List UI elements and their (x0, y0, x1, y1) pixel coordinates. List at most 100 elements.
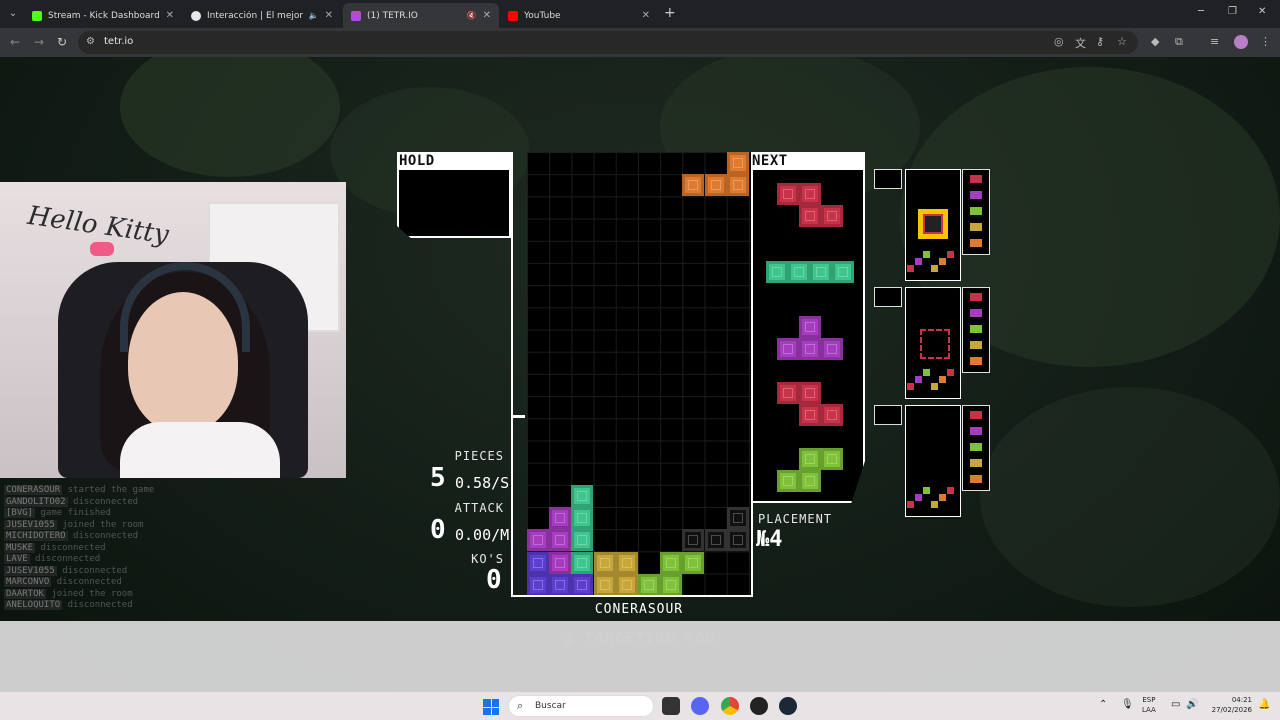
extension-diamond-icon[interactable]: ◆ (1151, 35, 1159, 48)
target-reticle-icon (918, 209, 948, 239)
next-piece-block (821, 205, 843, 227)
obs-icon[interactable] (750, 697, 768, 715)
player-name: CONERASOUR (594, 602, 684, 617)
chat-username: LAVE (4, 554, 30, 564)
profile-avatar[interactable] (1234, 35, 1248, 49)
chat-line: LAVE disconnected (4, 554, 184, 566)
opponent-next-block (970, 309, 982, 317)
next-piece-block (799, 448, 821, 470)
tab-tetrio[interactable]: (1) TETR.IO 🔇 ✕ (343, 3, 499, 28)
next-piece-block (777, 183, 799, 205)
bookmark-star-icon[interactable]: ☆ (1117, 35, 1127, 48)
next-piece-block (821, 338, 843, 360)
discord-icon[interactable] (691, 697, 709, 715)
translate-icon[interactable]: 文 (1075, 35, 1086, 51)
key-icon[interactable]: ⚷ (1096, 35, 1104, 48)
eye-off-icon[interactable]: ◎ (1054, 35, 1064, 48)
chat-message: disconnected (67, 496, 139, 507)
next-label: NEXT (752, 153, 788, 169)
chat-message: disconnected (56, 565, 128, 576)
tab-streamelements[interactable]: Interacción | El mejor softw 🔈 ✕ (183, 3, 341, 28)
chat-message: disconnected (62, 600, 133, 610)
background-foliage (980, 387, 1280, 607)
opponent-board-block (931, 501, 938, 508)
close-icon[interactable]: ✕ (642, 10, 650, 21)
chat-username: MICHIDOTERO (4, 531, 68, 541)
next-piece-block (832, 261, 854, 283)
network-icon[interactable]: ▭ (1171, 699, 1180, 710)
opponent-board-block (947, 487, 954, 494)
chat-line: CONERASOUR started the game (4, 485, 184, 497)
address-bar[interactable]: ⚙ tetr.io (78, 31, 1138, 54)
close-icon[interactable]: ✕ (166, 10, 174, 21)
tab-title: Stream - Kick Dashboard (48, 10, 160, 21)
close-window-icon[interactable]: ✕ (1258, 6, 1266, 17)
next-piece-block (777, 382, 799, 404)
extensions-icon[interactable]: ⧉ (1175, 35, 1183, 49)
next-piece-block (799, 205, 821, 227)
tray-chevron-icon[interactable]: ⌃ (1099, 699, 1107, 710)
site-info-icon[interactable]: ⚙ (86, 36, 95, 47)
chat-message: joined the room (45, 588, 133, 599)
room-chat-log: CONERASOUR started the game GANDOLITO02 d… (4, 485, 184, 612)
windows-start-icon[interactable] (483, 699, 499, 715)
chat-username: GANDOLITO02 (4, 496, 68, 507)
close-icon[interactable]: ✕ (325, 10, 333, 21)
chat-line: JUSEV1055 joined the room (4, 519, 184, 532)
chrome-icon[interactable] (721, 697, 739, 715)
task-view-icon[interactable] (662, 697, 680, 715)
opponent-next-block (970, 427, 982, 435)
new-tab-button[interactable]: + (664, 5, 676, 21)
language-indicator[interactable]: ESP LAA (1142, 695, 1156, 715)
opponent-hold (874, 169, 902, 189)
chat-message: disconnected (29, 554, 101, 564)
reload-icon[interactable]: ↻ (57, 35, 67, 49)
opponent-board-block (915, 258, 922, 265)
opponent-board-block (915, 376, 922, 383)
chat-line: ANELOQUITO disconnected (4, 600, 184, 612)
chat-username: CONERASOUR (4, 485, 63, 495)
muted-icon[interactable]: 🔇 (467, 11, 477, 20)
speaker-icon[interactable]: 🔈 (309, 11, 319, 20)
tab-search-icon[interactable]: ⌄ (4, 5, 22, 23)
hold-label: HOLD (399, 153, 435, 169)
notification-icon[interactable]: 🔔 (1258, 699, 1270, 710)
target-reticle-icon (920, 329, 950, 359)
opponent-board-block (939, 494, 946, 501)
menu-icon[interactable]: ⋮ (1260, 35, 1271, 48)
browser-tab-bar: ⌄ Stream - Kick Dashboard ✕ Interacción … (0, 0, 1280, 28)
opponent-next-block (970, 459, 982, 467)
attack-value: 0 (430, 515, 446, 545)
webcam-overlay: Hello Kitty (0, 182, 346, 478)
chat-username: DAARTOK (4, 588, 46, 599)
pieces-value: 5 (430, 463, 446, 493)
close-icon[interactable]: ✕ (483, 10, 491, 21)
media-icon[interactable]: ≡ (1210, 35, 1219, 48)
taskbar-search[interactable]: ⌕ Buscar (508, 695, 654, 717)
opponent-next-block (970, 325, 982, 333)
forward-icon[interactable]: → (34, 35, 44, 49)
minimize-icon[interactable]: ─ (1198, 6, 1204, 17)
opponent-board-block (931, 265, 938, 272)
chat-username: JUSEV1055 (4, 565, 57, 576)
opponent-board-block (923, 251, 930, 258)
chat-line: MICHIDOTERO disconnected (4, 531, 184, 543)
clock[interactable]: 04:21 27/02/2026 (1206, 695, 1252, 715)
attack-rate: 0.00/M (455, 526, 510, 544)
tab-youtube[interactable]: YouTube ✕ (500, 3, 658, 28)
chat-message: disconnected (67, 531, 139, 541)
volume-icon[interactable]: 🔊 (1186, 699, 1198, 710)
restore-icon[interactable]: ❐ (1228, 6, 1237, 17)
chat-line: [BVG] game finished (4, 508, 184, 520)
tab-kick[interactable]: Stream - Kick Dashboard ✕ (24, 3, 182, 28)
microphone-icon[interactable]: 🎙 (1121, 699, 1134, 710)
search-placeholder: Buscar (535, 701, 566, 711)
steam-icon[interactable] (779, 697, 797, 715)
next-piece-block (799, 404, 821, 426)
search-icon: ⌕ (517, 699, 524, 712)
url-text[interactable]: tetr.io (104, 36, 133, 47)
clock-time: 04:21 (1231, 696, 1252, 704)
back-icon[interactable]: ← (10, 35, 20, 49)
next-piece-block (766, 261, 788, 283)
youtube-icon (508, 10, 518, 21)
